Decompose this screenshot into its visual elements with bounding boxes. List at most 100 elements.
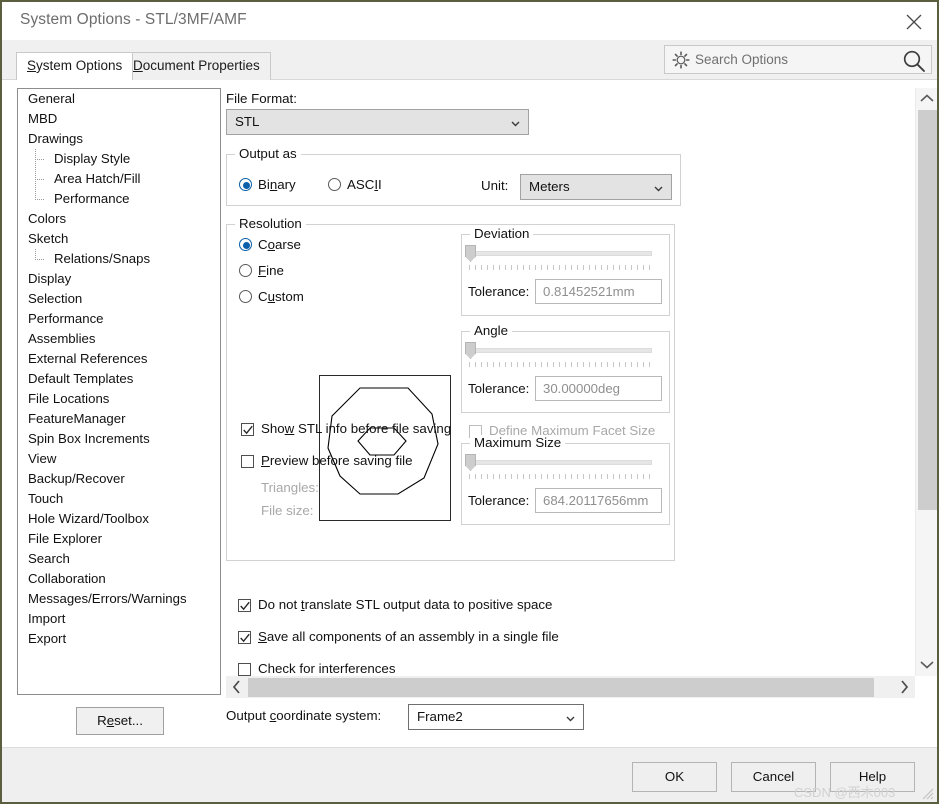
unit-dropdown[interactable]: Meters [520,174,672,200]
sidebar-item-messages-errors-warnings[interactable]: Messages/Errors/Warnings [18,589,220,609]
sidebar-item-mbd[interactable]: MBD [18,109,220,129]
content-vertical-scrollbar[interactable] [915,88,937,676]
angle-tolerance-field[interactable]: 30.00000deg [535,376,662,401]
angle-slider-ticks [469,362,655,367]
sidebar-item-display[interactable]: Display [18,269,220,289]
scroll-up-button[interactable] [916,88,937,108]
sidebar-item-featuremanager[interactable]: FeatureManager [18,409,220,429]
triangles-label: Triangles: [261,480,319,495]
chevron-up-icon [920,94,934,102]
checkbox-do-not-translate-label: Do not translate STL output data to posi… [258,597,553,612]
search-options-box[interactable]: Search Options [664,45,932,74]
chevron-left-icon [232,680,240,694]
maximum-size-slider-ticks [469,474,655,479]
reset-button[interactable]: Reset... [76,707,164,735]
sidebar-item-default-templates[interactable]: Default Templates [18,369,220,389]
maximum-size-tolerance-field[interactable]: 684.20117656mm [535,488,662,513]
system-options-dialog: System Options - STL/3MF/AMF System Opti… [0,0,939,804]
sidebar-item-collaboration[interactable]: Collaboration [18,569,220,589]
maximum-size-slider-thumb[interactable] [465,454,476,471]
watermark-text: CSDN @西木003 [794,785,896,800]
tab-system-options[interactable]: System Options [16,52,134,80]
resolution-preview-image [319,375,451,521]
maximum-size-slider-track[interactable] [472,460,652,465]
sidebar-item-assemblies[interactable]: Assemblies [18,329,220,349]
radio-binary-indicator [239,178,252,191]
checkbox-check-interferences-box [238,663,251,676]
horizontal-scrollbar-thumb[interactable] [248,678,874,697]
scroll-right-button[interactable] [893,676,915,698]
gear-icon [672,51,690,69]
checkmark-icon [240,601,250,611]
file-format-dropdown[interactable]: STL [226,109,529,135]
search-input-placeholder[interactable]: Search Options [695,52,788,67]
close-icon [906,14,922,30]
output-coordinate-system-dropdown[interactable]: Frame2 [408,704,584,730]
sidebar-item-export[interactable]: Export [18,629,220,649]
sidebar-item-view[interactable]: View [18,449,220,469]
sidebar-item-display-style[interactable]: Display Style [18,149,220,169]
radio-custom-indicator [239,290,252,303]
sidebar-item-spin-box-increments[interactable]: Spin Box Increments [18,429,220,449]
sidebar-item-import[interactable]: Import [18,609,220,629]
chevron-right-icon [901,680,909,694]
sidebar-item-search[interactable]: Search [18,549,220,569]
resize-grip-icon[interactable] [918,784,934,800]
radio-fine-indicator [239,264,252,277]
output-coordinate-system-label: Output coordinate system: [226,708,382,723]
file-format-value: STL [235,114,260,129]
sidebar-item-sketch[interactable]: Sketch [18,229,220,249]
search-icon[interactable] [901,48,927,74]
sidebar-item-file-explorer[interactable]: File Explorer [18,529,220,549]
resolution-group: Resolution Coarse Fine Custom Deviation … [226,216,675,561]
maximum-size-slider[interactable] [462,454,667,482]
sidebar-item-drawings[interactable]: Drawings [18,129,220,149]
checkbox-preview-before-saving-box [241,455,254,468]
sidebar-item-relations-snaps[interactable]: Relations/Snaps [18,249,220,269]
deviation-tolerance-field[interactable]: 0.81452521mm [535,279,662,304]
sidebar-item-touch[interactable]: Touch [18,489,220,509]
radio-binary-label: Binary [258,177,296,192]
sidebar-item-external-references[interactable]: External References [18,349,220,369]
close-button[interactable] [891,2,937,39]
sidebar-item-backup-recover[interactable]: Backup/Recover [18,469,220,489]
chevron-down-icon [566,716,575,722]
sidebar-item-hole-wizard-toolbox[interactable]: Hole Wizard/Toolbox [18,509,220,529]
ok-button[interactable]: OK [632,762,717,792]
angle-slider-track[interactable] [472,348,652,353]
angle-slider-thumb[interactable] [465,342,476,359]
sidebar-item-performance[interactable]: Performance [18,309,220,329]
radio-coarse-indicator [239,238,252,251]
checkbox-check-interferences-label: Check for interferences [258,661,396,676]
sidebar-item-area-hatch-fill[interactable]: Area Hatch/Fill [18,169,220,189]
output-as-title: Output as [235,146,301,161]
sidebar-item-file-locations[interactable]: File Locations [18,389,220,409]
tab-document-properties[interactable]: Document Properties [122,52,271,80]
deviation-slider-ticks [469,265,655,270]
sidebar-item-general[interactable]: General [18,89,220,109]
unit-value: Meters [529,179,570,194]
deviation-tolerance-value: 0.81452521mm [543,284,635,299]
maximum-size-title: Maximum Size [470,435,566,450]
sidebar-item-selection[interactable]: Selection [18,289,220,309]
chevron-down-icon [920,661,934,669]
options-category-list[interactable]: General MBD Drawings Display Style Area Hatc… [17,88,221,695]
scroll-down-button[interactable] [916,656,937,676]
sidebar-item-colors[interactable]: Colors [18,209,220,229]
window-title: System Options - STL/3MF/AMF [20,11,247,28]
deviation-slider[interactable] [462,245,667,273]
radio-fine-label: Fine [258,263,284,278]
vertical-scrollbar-thumb[interactable] [918,110,937,510]
angle-slider[interactable] [462,342,667,370]
polygon-preview-icon [327,387,439,495]
deviation-slider-thumb[interactable] [465,245,476,262]
angle-group: Angle Tolerance: 30.00000deg [461,323,670,413]
angle-title: Angle [470,323,513,338]
options-content-pane: File Format: STL Output as Binary ASCII … [224,88,915,676]
sidebar-item-performance[interactable]: Performance [18,189,220,209]
content-horizontal-scrollbar[interactable] [226,676,915,698]
radio-coarse-label: Coarse [258,237,301,252]
file-format-label: File Format: [226,91,297,106]
deviation-slider-track[interactable] [472,251,652,256]
scroll-left-button[interactable] [226,676,248,698]
